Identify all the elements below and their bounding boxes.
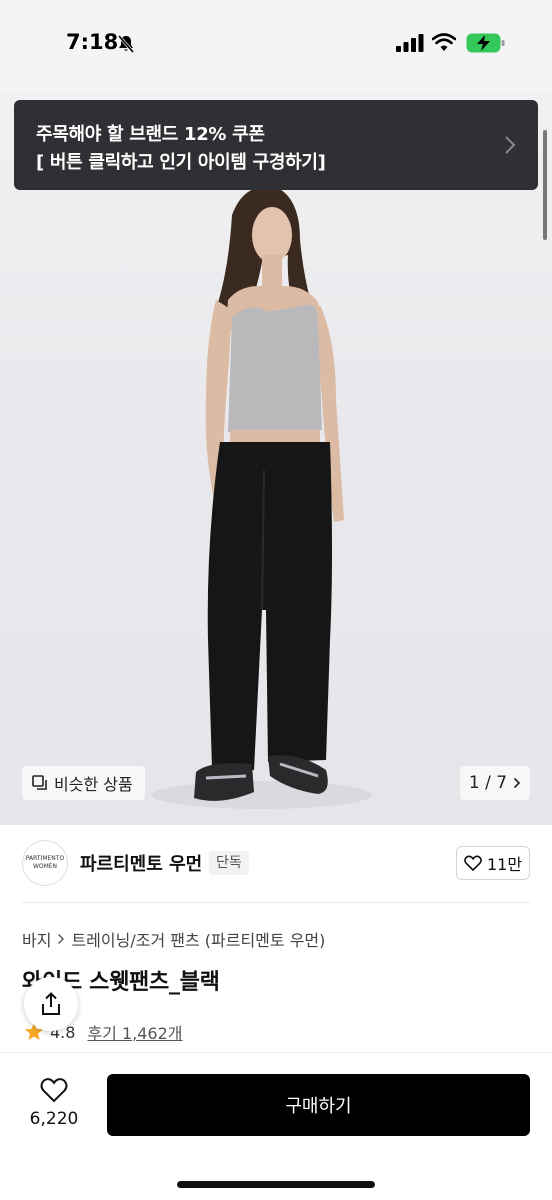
promo-title: 주목해야 할 브랜드 12% 쿠폰 (36, 124, 265, 145)
bottom-action-bar: 6,220 구매하기 (0, 1052, 552, 1200)
similar-items-icon (32, 775, 47, 790)
similar-items-label: 비슷한 상품 (54, 775, 133, 794)
chevron-right-icon (514, 777, 521, 789)
brand-logo-text-1: PARTIMENTO (25, 855, 65, 862)
wishlist-count: 6,220 (29, 1109, 79, 1129)
buy-button[interactable]: 구매하기 (107, 1074, 530, 1136)
divider (22, 902, 530, 903)
wishlist-button[interactable]: 6,220 (22, 1077, 86, 1129)
breadcrumb-subcategory[interactable]: 트레이닝/조거 팬츠 (파르티멘토 우먼) (71, 927, 325, 951)
brand-name[interactable]: 파르티멘토 우먼 (80, 850, 202, 876)
review-link[interactable]: 후기 1,462개 (87, 1020, 182, 1044)
promo-banner[interactable]: 주목해야 할 브랜드 12% 쿠폰 [ 버튼 클릭하고 인기 아이템 구경하기] (14, 100, 538, 190)
status-time: 7:18 (66, 30, 119, 54)
brand-logo[interactable]: PARTIMENTO WOMEN (22, 840, 68, 886)
product-image[interactable] (0, 90, 552, 825)
breadcrumb-category[interactable]: 바지 (22, 927, 51, 951)
signal-icon (396, 34, 424, 52)
heart-icon (464, 855, 482, 871)
battery-charging-icon (466, 33, 505, 53)
page-indicator: 1 / 7 (468, 773, 508, 793)
promo-subtitle: [ 버튼 클릭하고 인기 아이템 구경하기] (36, 152, 326, 173)
chevron-right-icon (58, 934, 65, 944)
heart-icon (40, 1078, 68, 1103)
brand-like-count: 11만 (486, 855, 523, 874)
share-button[interactable] (24, 977, 78, 1031)
image-pager[interactable]: 1 / 7 (460, 766, 530, 800)
home-indicator (177, 1181, 375, 1188)
status-bar: 7:18 (0, 0, 552, 90)
share-icon (42, 992, 60, 1015)
brand-like-button[interactable]: 11만 (456, 846, 530, 880)
exclusive-badge: 단독 (209, 851, 249, 875)
similar-items-button[interactable]: 비슷한 상품 (22, 766, 145, 800)
brand-logo-text-2: WOMEN (32, 863, 58, 870)
scroll-indicator[interactable] (543, 130, 547, 240)
chevron-right-icon (505, 136, 516, 154)
breadcrumb: 바지 트레이닝/조거 팬츠 (파르티멘토 우먼) (22, 927, 325, 951)
bell-slash-icon (117, 35, 135, 53)
wifi-icon (432, 33, 456, 51)
model-photo (152, 186, 372, 809)
